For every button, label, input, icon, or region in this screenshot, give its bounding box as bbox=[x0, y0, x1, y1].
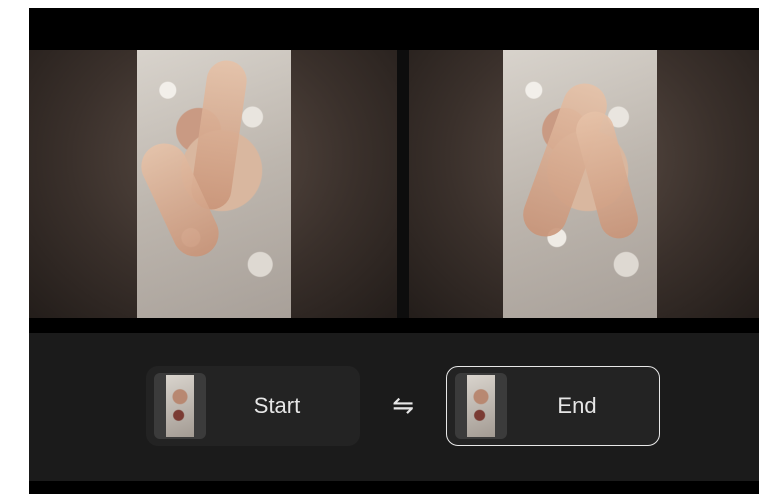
start-frame-button[interactable]: Start bbox=[146, 366, 360, 446]
end-thumbnail-frame bbox=[455, 373, 507, 439]
start-frame-preview bbox=[29, 50, 397, 318]
frame-controls-bar: Start ⇋ End bbox=[29, 333, 759, 481]
start-thumbnail bbox=[166, 375, 194, 437]
end-frame-image bbox=[503, 50, 657, 318]
end-frame-button[interactable]: End bbox=[446, 366, 660, 446]
start-thumbnail-frame bbox=[154, 373, 206, 439]
frame-preview-strip bbox=[29, 50, 759, 318]
start-label: Start bbox=[253, 393, 301, 418]
app-frame: Start ⇋ End bbox=[29, 8, 759, 494]
end-frame-preview bbox=[409, 50, 759, 318]
end-thumbnail bbox=[467, 375, 495, 437]
end-label: End bbox=[557, 393, 597, 418]
swap-frames-icon[interactable]: ⇋ bbox=[385, 391, 421, 421]
start-frame-image bbox=[133, 50, 291, 318]
